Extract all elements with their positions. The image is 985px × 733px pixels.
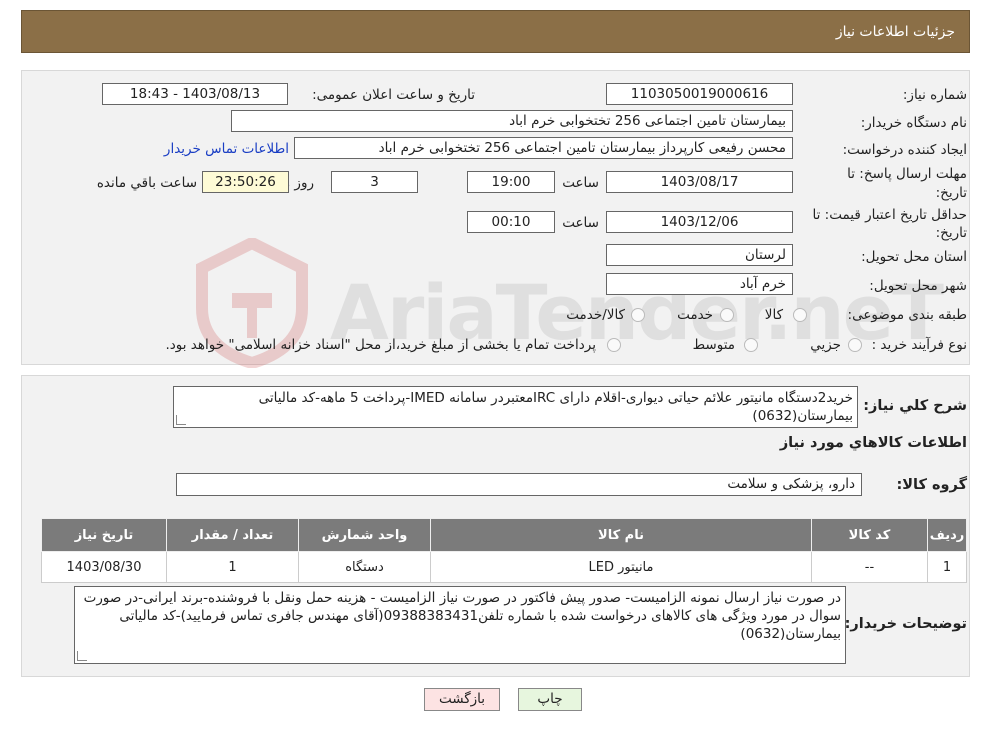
summary-label: شرح کلي نياز: (863, 398, 967, 414)
creator-label: ایجاد کننده درخواست: (842, 142, 967, 158)
cell-need-date: 1403/08/30 (41, 551, 167, 583)
cell-goods-name: مانیتور LED (430, 551, 812, 583)
buyer-notes-label: توضیحات خریدار: (844, 616, 967, 632)
goods-info-title: اطلاعات کالاهاي مورد نياز (779, 435, 967, 451)
buyer-org-label: نام دستگاه خریدار: (860, 115, 967, 131)
cell-row-number: 1 (927, 551, 967, 583)
process-radio-medium[interactable] (744, 338, 758, 352)
cell-unit: دستگاه (298, 551, 431, 583)
announce-field[interactable]: 1403/08/13 - 18:43 (102, 83, 288, 105)
city-field[interactable]: خرم آباد (606, 273, 793, 295)
summary-text: خرید2دستگاه مانیتور علائم حیاتی دیواری-ا… (258, 390, 853, 424)
buyer-notes-textarea[interactable]: در صورت نیاز ارسال نمونه الزامیست- صدور … (74, 586, 846, 664)
city-label: شهر محل تحویل: (869, 278, 967, 294)
summary-textarea[interactable]: خرید2دستگاه مانیتور علائم حیاتی دیواری-ا… (173, 386, 858, 428)
deadline-time-field[interactable]: 19:00 (467, 171, 555, 193)
validity-label: حداقل تاریخ اعتبار قیمت: تا (812, 207, 967, 223)
remaining-time-field: 23:50:26 (202, 171, 289, 193)
goods-group-label: گروه کالا: (896, 477, 967, 493)
need-number-label: شماره نیاز: (902, 87, 967, 103)
resize-grip-icon[interactable] (176, 415, 186, 425)
resize-grip-icon[interactable] (77, 651, 87, 661)
deadline-label-date: تاریخ: (935, 185, 967, 201)
need-number-field[interactable]: 1103050019000616 (606, 83, 793, 105)
table-header-row: رديف کد کالا نام کالا واحد شمارش تعداد /… (41, 518, 967, 552)
goods-group-field[interactable]: دارو، پزشکی و سلامت (176, 473, 862, 496)
category-radio-both[interactable] (631, 308, 645, 322)
category-option-service: خدمت (677, 307, 713, 323)
announce-label: تاریخ و ساعت اعلان عمومی: (312, 87, 475, 103)
validity-time-label: ساعت (562, 215, 599, 231)
category-label: طبقه بندی موضوعی: (847, 307, 967, 323)
cell-quantity: 1 (166, 551, 299, 583)
creator-field[interactable]: محسن رفیعی کارپرداز بیمارستان تامین اجتم… (294, 137, 793, 159)
process-radio-minor[interactable] (848, 338, 862, 352)
page-title: جزئیات اطلاعات نیاز (835, 24, 955, 40)
province-field[interactable]: لرستان (606, 244, 793, 266)
table-row: 1 -- مانیتور LED دستگاه 1 1403/08/30 (41, 551, 967, 583)
col-goods-name: نام کالا (430, 518, 812, 552)
back-button[interactable]: بازگشت (424, 688, 500, 711)
process-option-minor: جزیي (810, 337, 841, 353)
category-radio-goods[interactable] (793, 308, 807, 322)
validity-time-field[interactable]: 00:10 (467, 211, 555, 233)
deadline-label: مهلت ارسال پاسخ: تا (847, 166, 967, 182)
deadline-time-label: ساعت (562, 175, 599, 191)
days-field[interactable]: 3 (331, 171, 418, 193)
province-label: استان محل تحویل: (861, 249, 967, 265)
category-radio-service[interactable] (720, 308, 734, 322)
col-row-number: رديف (927, 518, 967, 552)
category-option-goods: کالا (764, 307, 783, 323)
buyer-contact-link[interactable]: اطلاعات تماس خریدار (164, 141, 289, 157)
goods-table: رديف کد کالا نام کالا واحد شمارش تعداد /… (41, 518, 967, 583)
process-option-medium: متوسط (692, 337, 735, 353)
category-option-both: کالا/خدمت (566, 307, 625, 323)
cell-goods-code: -- (811, 551, 928, 583)
page-header: جزئیات اطلاعات نیاز (21, 10, 970, 53)
col-quantity: تعداد / مقدار (166, 518, 299, 552)
validity-label-date: تاریخ: (935, 225, 967, 241)
col-goods-code: کد کالا (811, 518, 928, 552)
buyer-org-field[interactable]: بیمارستان تامین اجتماعی 256 تختخوابی خرم… (231, 110, 793, 132)
process-note: پرداخت تمام یا بخشی از مبلغ خرید،از محل … (165, 337, 596, 353)
validity-date-field[interactable]: 1403/12/06 (606, 211, 793, 233)
remaining-label: ساعت باقي مانده (96, 175, 197, 191)
process-radio-treasury[interactable] (607, 338, 621, 352)
deadline-date-field[interactable]: 1403/08/17 (606, 171, 793, 193)
col-unit: واحد شمارش (298, 518, 431, 552)
col-need-date: تاریخ نیاز (41, 518, 167, 552)
process-label: نوع فرآیند خرید : (871, 337, 967, 353)
print-button[interactable]: چاپ (518, 688, 582, 711)
buyer-notes-text: در صورت نیاز ارسال نمونه الزامیست- صدور … (83, 590, 841, 642)
